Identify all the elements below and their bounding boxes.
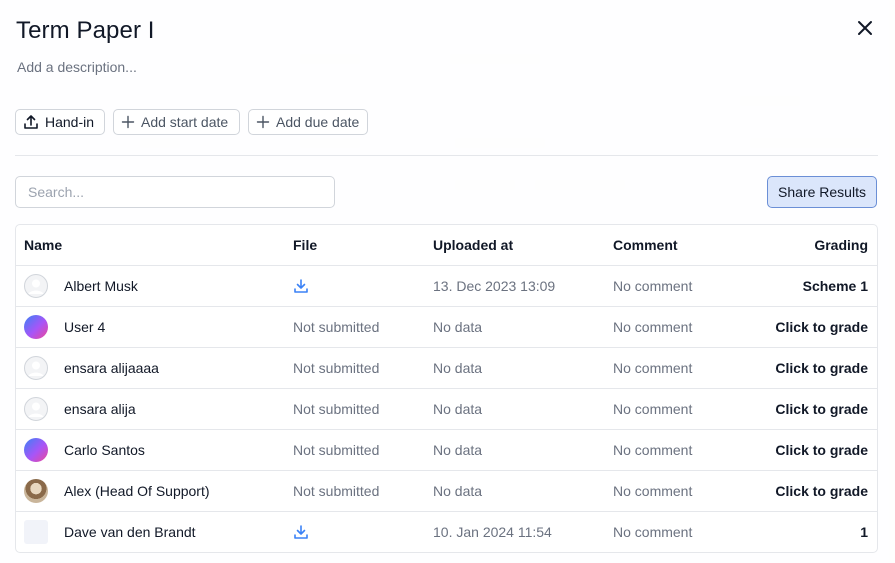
modal-title[interactable]: Term Paper I bbox=[16, 17, 155, 45]
file-cell: Not submitted bbox=[293, 307, 379, 347]
file-status: Not submitted bbox=[293, 442, 380, 458]
comment[interactable]: No comment bbox=[613, 307, 692, 347]
student-cell: User 4 bbox=[24, 307, 105, 347]
file-cell: Not submitted bbox=[293, 348, 379, 388]
header-comment[interactable]: Comment bbox=[613, 225, 678, 265]
student-cell: Albert Musk bbox=[24, 266, 138, 306]
download-icon[interactable] bbox=[293, 524, 309, 540]
plus-icon bbox=[121, 115, 135, 129]
default-avatar-icon bbox=[24, 356, 48, 380]
table-row[interactable]: User 4 Not submitted No data No comment Clic… bbox=[16, 307, 877, 348]
add-start-date-button[interactable]: Add start date bbox=[113, 109, 240, 135]
student-cell: ensara alijaaaa bbox=[24, 348, 159, 388]
table-row[interactable]: Alex (Head Of Support) Not submitted No da… bbox=[16, 471, 877, 512]
comment[interactable]: No comment bbox=[613, 266, 692, 306]
student-cell: ensara alija bbox=[24, 389, 136, 429]
uploaded-at: No data bbox=[433, 319, 483, 335]
file-status: Not submitted bbox=[293, 319, 380, 335]
grading-cell[interactable]: 1 bbox=[860, 512, 868, 552]
hand-in-label: Hand-in bbox=[45, 114, 95, 130]
student-name: ensara alijaaaa bbox=[64, 360, 159, 376]
file-cell: Not submitted bbox=[293, 389, 379, 429]
add-due-date-label: Add due date bbox=[276, 114, 360, 130]
grading-cell[interactable]: Click to grade bbox=[775, 348, 868, 388]
grading-cell[interactable]: Click to grade bbox=[775, 471, 868, 511]
table-row[interactable]: ensara alijaaaa Not submitted No data No co… bbox=[16, 348, 877, 389]
default-avatar-icon bbox=[24, 397, 48, 421]
plus-icon bbox=[256, 115, 270, 129]
add-due-date-button[interactable]: Add due date bbox=[248, 109, 368, 135]
student-name: Dave van den Brandt bbox=[64, 524, 196, 540]
table-row[interactable]: ensara alija Not submitted No data No comme… bbox=[16, 389, 877, 430]
student-cell: Dave van den Brandt bbox=[24, 512, 196, 552]
search-input[interactable] bbox=[15, 176, 335, 208]
uploaded-at: No data bbox=[433, 442, 483, 458]
grading-cell[interactable]: Click to grade bbox=[775, 389, 868, 429]
file-status: Not submitted bbox=[293, 483, 380, 499]
uploaded-at: No data bbox=[433, 483, 483, 499]
uploaded-at: No data bbox=[433, 401, 483, 417]
uploaded-at: No data bbox=[433, 360, 483, 376]
uploaded-at: 13. Dec 2023 13:09 bbox=[433, 278, 556, 294]
avatar bbox=[24, 315, 48, 339]
student-name: Alex (Head Of Support) bbox=[64, 483, 210, 499]
avatar bbox=[24, 520, 48, 544]
avatar bbox=[24, 479, 48, 503]
file-cell: Not submitted bbox=[293, 471, 379, 511]
table-row[interactable]: Carlo Santos Not submitted No data No comme… bbox=[16, 430, 877, 471]
student-name: Carlo Santos bbox=[64, 442, 145, 458]
download-icon[interactable] bbox=[293, 278, 309, 294]
grading-cell[interactable]: Scheme 1 bbox=[803, 266, 868, 306]
comment[interactable]: No comment bbox=[613, 471, 692, 511]
close-button[interactable] bbox=[853, 16, 877, 40]
file-status: Not submitted bbox=[293, 360, 380, 376]
comment[interactable]: No comment bbox=[613, 430, 692, 470]
file-cell: Not submitted bbox=[293, 430, 379, 470]
file-cell bbox=[293, 266, 309, 306]
avatar bbox=[24, 438, 48, 462]
comment[interactable]: No comment bbox=[613, 512, 692, 552]
header-uploaded-at[interactable]: Uploaded at bbox=[433, 225, 513, 265]
table-row[interactable]: Albert Musk 13. Dec 2023 13:09 No comment S… bbox=[16, 266, 877, 307]
table-header-row: Name File Uploaded at Comment Grading bbox=[16, 225, 877, 266]
submissions-table: Name File Uploaded at Comment Grading Al… bbox=[15, 224, 878, 553]
uploaded-at: 10. Jan 2024 11:54 bbox=[433, 524, 552, 540]
share-results-button[interactable]: Share Results bbox=[767, 176, 877, 208]
upload-icon bbox=[24, 115, 38, 129]
file-status: Not submitted bbox=[293, 401, 380, 417]
header-grading[interactable]: Grading bbox=[814, 225, 868, 265]
comment[interactable]: No comment bbox=[613, 348, 692, 388]
table-row[interactable]: Dave van den Brandt 10. Jan 2024 11:54 No … bbox=[16, 512, 877, 552]
student-name: User 4 bbox=[64, 319, 106, 335]
description-field[interactable]: Add a description... bbox=[17, 59, 137, 75]
student-cell: Carlo Santos bbox=[24, 430, 145, 470]
file-cell bbox=[293, 512, 309, 552]
student-name: Albert Musk bbox=[64, 278, 138, 294]
student-cell: Alex (Head Of Support) bbox=[24, 471, 210, 511]
hand-in-button[interactable]: Hand-in bbox=[15, 109, 105, 135]
section-divider bbox=[15, 155, 878, 156]
comment[interactable]: No comment bbox=[613, 389, 692, 429]
grading-cell[interactable]: Click to grade bbox=[775, 430, 868, 470]
default-avatar-icon bbox=[24, 274, 48, 298]
header-file[interactable]: File bbox=[293, 225, 317, 265]
grading-cell[interactable]: Click to grade bbox=[775, 307, 868, 347]
student-name: ensara alija bbox=[64, 401, 136, 417]
header-name[interactable]: Name bbox=[24, 225, 62, 265]
close-icon bbox=[858, 21, 872, 35]
term-paper-modal: Term Paper I Add a description... Hand-i… bbox=[0, 0, 895, 563]
add-start-date-label: Add start date bbox=[141, 114, 229, 130]
